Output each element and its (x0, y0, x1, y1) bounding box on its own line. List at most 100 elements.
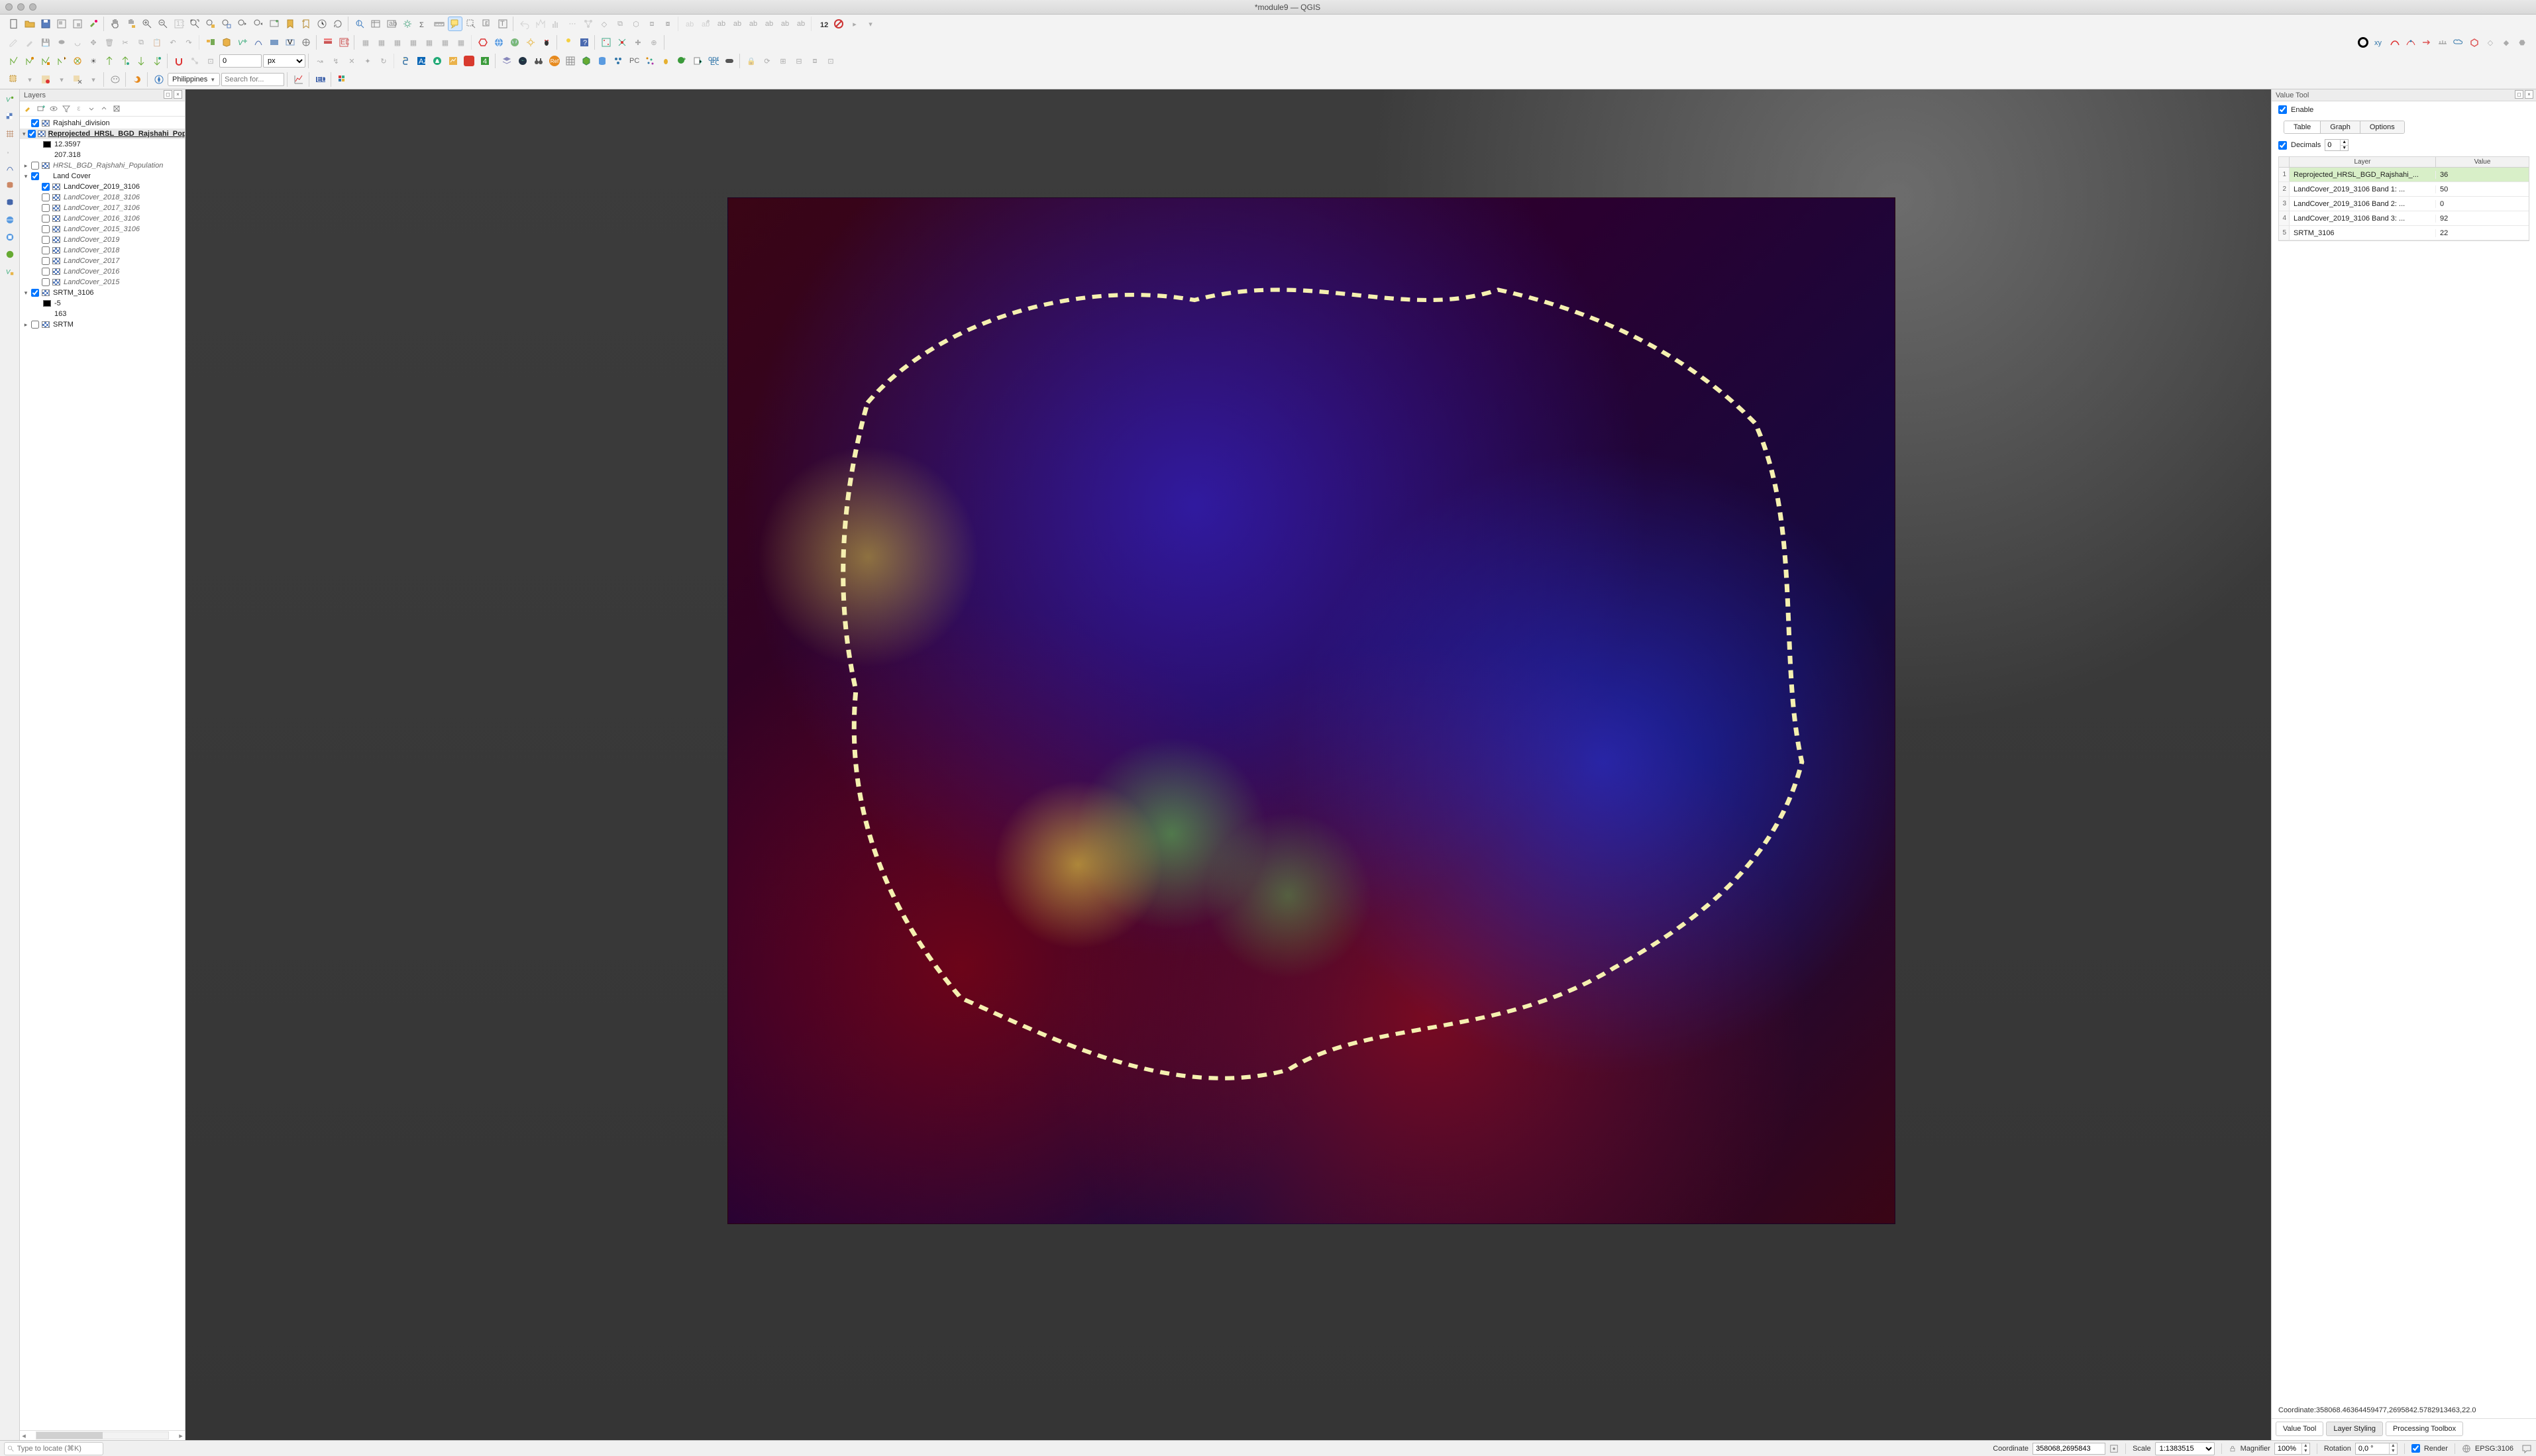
mesh-tool-1[interactable]: ▦ (358, 35, 373, 50)
layers-expression-button[interactable]: ε (74, 103, 84, 114)
layers-remove-button[interactable] (111, 103, 122, 114)
zoom-window-button[interactable] (29, 3, 36, 11)
add-delimited-text-button[interactable]: , (3, 144, 17, 158)
tree-expand-icon[interactable]: ▸ (23, 162, 29, 169)
identify-features-button[interactable]: i (352, 17, 367, 31)
status-magnifier-spin[interactable]: ▲▼ (2274, 1443, 2310, 1455)
mesh-tool-5[interactable]: ▦ (422, 35, 437, 50)
value-tool-enable-checkbox[interactable] (2278, 105, 2287, 114)
topo-tool-3[interactable]: ⊕ (647, 35, 661, 50)
layer-tree-row[interactable]: LandCover_2015_3106 (20, 224, 185, 234)
mesh-tool-3[interactable]: ▦ (390, 35, 405, 50)
undo-edit-button[interactable]: ↶ (166, 35, 180, 50)
statistical-summary-button[interactable]: Σ (416, 17, 431, 31)
zoom-to-layer-button[interactable] (219, 17, 234, 31)
value-tool-row[interactable]: 3LandCover_2019_3106 Band 2: ...0 (2279, 197, 2529, 211)
selection-tool-button[interactable] (7, 72, 21, 87)
selection-dd2-button[interactable]: ▾ (54, 72, 69, 87)
layer-visibility-checkbox[interactable] (42, 225, 50, 233)
layer-tree-row[interactable]: LandCover_2017_3106 (20, 203, 185, 213)
decimals-down-button[interactable]: ▼ (2340, 145, 2348, 150)
snap-enable-button[interactable] (172, 54, 186, 68)
layer-tree-row[interactable]: LandCover_2019 (20, 234, 185, 245)
actions-dd-button[interactable]: ▾ (863, 17, 878, 31)
las-tool-2[interactable] (23, 54, 37, 68)
layer-tree-row[interactable]: LandCover_2018_3106 (20, 192, 185, 203)
layer-tree-row[interactable]: Rajshahi_division (20, 118, 185, 129)
status-scale-select[interactable]: 1:1383515 (2155, 1442, 2215, 1455)
plugin-yellow-dot-button[interactable] (561, 35, 576, 50)
run-feature-action-button[interactable]: ▸ (847, 17, 862, 31)
network-analysis-button[interactable] (581, 17, 596, 31)
plugin-cluster-button[interactable] (611, 54, 625, 68)
layer-tree-row[interactable]: LandCover_2018 (20, 245, 185, 256)
layer-visibility-checkbox[interactable] (42, 236, 50, 244)
cut-features-button[interactable]: ✂ (118, 35, 132, 50)
plugin-palette-button[interactable] (335, 72, 350, 87)
layers-filter-button[interactable] (61, 103, 72, 114)
new-map-view-button[interactable] (267, 17, 282, 31)
add-raster-layer-button[interactable] (3, 109, 17, 124)
right-tab-value-tool[interactable]: Value Tool (2276, 1422, 2323, 1436)
value-tool-close-button[interactable]: × (2525, 90, 2533, 99)
layer-visibility-checkbox[interactable] (42, 257, 50, 265)
zoom-out-button[interactable] (156, 17, 170, 31)
status-rotation-spin[interactable]: ▲▼ (2355, 1443, 2398, 1455)
new-geopackage-button[interactable] (219, 35, 234, 50)
layer-visibility-checkbox[interactable] (28, 130, 36, 138)
polygon-draw-button[interactable] (2467, 35, 2482, 50)
add-feature-button[interactable]: ⬬ (54, 35, 69, 50)
refresh-button[interactable] (331, 17, 345, 31)
network-tool-3[interactable]: ⧉ (613, 17, 627, 31)
bridge-tool-button[interactable] (2435, 35, 2450, 50)
rotation-down[interactable]: ▼ (2389, 1449, 2397, 1454)
no-action-button[interactable] (831, 17, 846, 31)
layer-visibility-checkbox[interactable] (31, 321, 39, 329)
plugin-layers-button[interactable] (500, 54, 514, 68)
trace-tool-2[interactable]: ↯ (329, 54, 343, 68)
layer-visibility-checkbox[interactable] (42, 193, 50, 201)
label-tool-8[interactable]: ab (794, 17, 808, 31)
osm-place-combo[interactable]: Philippines▼ (168, 73, 220, 86)
right-tab-layer-styling[interactable]: Layer Styling (2326, 1422, 2383, 1436)
snap-tolerance-input[interactable] (219, 54, 262, 68)
tree-expand-icon[interactable]: ▾ (23, 173, 29, 180)
trace-tool-3[interactable]: ✕ (344, 54, 359, 68)
layers-visibility-button[interactable] (48, 103, 59, 114)
las-tool-1[interactable] (7, 54, 21, 68)
value-tool-row[interactable]: 5SRTM_310622 (2279, 226, 2529, 240)
status-rotation-input[interactable] (2356, 1443, 2389, 1454)
add-postgis-button[interactable] (3, 195, 17, 210)
plugin-edc3-button[interactable]: EDC (313, 72, 328, 87)
delete-selected-button[interactable]: 🗑 (102, 35, 117, 50)
lock-tool-4[interactable]: ⊟ (792, 54, 806, 68)
plugin-pca-button[interactable]: PCA (627, 54, 641, 68)
show-statistical-summary-button[interactable] (533, 17, 548, 31)
magnifier-up[interactable]: ▲ (2301, 1443, 2309, 1449)
spline-edit-button[interactable] (2404, 35, 2418, 50)
status-magnifier-input[interactable] (2275, 1443, 2301, 1454)
layer-tree-row[interactable]: -5 (20, 298, 185, 309)
processing-toolbox-button[interactable] (400, 17, 415, 31)
layer-tree-row[interactable]: LandCover_2016 (20, 266, 185, 277)
paste-features-button[interactable]: 📋 (150, 35, 164, 50)
plugin-help-button[interactable]: ? (577, 35, 592, 50)
selection-invert-button[interactable] (38, 72, 53, 87)
messages-icon[interactable] (2521, 1443, 2532, 1454)
label-tool-6[interactable]: ab (762, 17, 776, 31)
zoom-in-button[interactable] (140, 17, 154, 31)
osm-search-input[interactable] (221, 73, 284, 86)
plugin-dots-button[interactable] (643, 54, 657, 68)
magnifier-down[interactable]: ▼ (2301, 1449, 2309, 1454)
show-layout-manager-button[interactable] (70, 17, 85, 31)
select-features-button[interactable] (464, 17, 478, 31)
value-tool-decimals-input[interactable] (2325, 140, 2340, 150)
plugin-qms-button[interactable] (492, 35, 506, 50)
label-tool-1[interactable]: ab (682, 17, 697, 31)
las-tool-10[interactable] (150, 54, 164, 68)
locator-bar[interactable] (4, 1442, 103, 1455)
value-tool-tab-graph[interactable]: Graph (2321, 121, 2360, 133)
label-tool-2[interactable]: ab (698, 17, 713, 31)
plugin-mapflow-button[interactable] (446, 54, 460, 68)
label-tool-4[interactable]: ab (730, 17, 745, 31)
